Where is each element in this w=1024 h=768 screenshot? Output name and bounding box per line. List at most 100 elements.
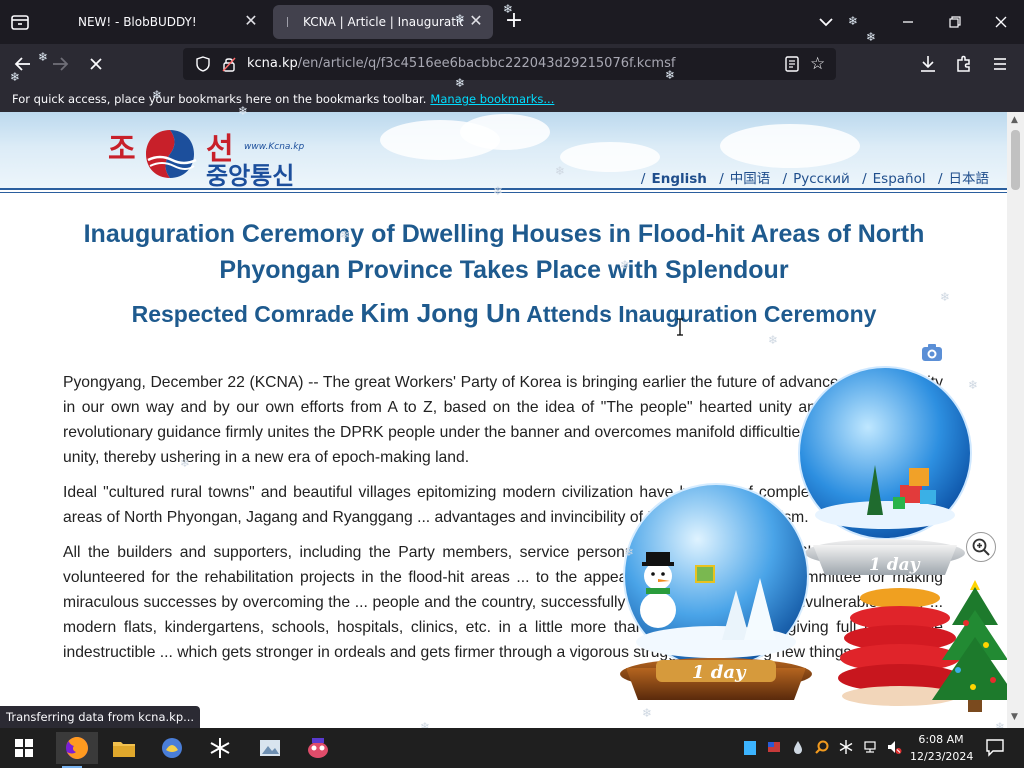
back-arrow-icon [14,57,30,71]
back-button[interactable] [11,52,35,76]
loading-icon [287,17,294,27]
close-icon [995,16,1007,28]
restore-icon [949,16,961,28]
tab-kcna-article[interactable]: KCNA | Article | Inauguration ✕ [273,5,493,39]
globe-day-label: 1 day [869,555,921,575]
clock-time: 6:08 AM [918,733,964,746]
new-tab-button[interactable]: + [503,10,525,33]
tab-title: KCNA | Article | Inauguration [303,15,463,29]
notification-center-button[interactable] [984,736,1006,758]
subtitle-name: Kim Jong Un [360,298,521,328]
lang-spanish[interactable]: Español [873,171,926,187]
cloud-decoration [460,114,550,150]
tab-blobbuddy[interactable]: NEW! - BlobBUDDY! ✕ [46,5,268,39]
lang-japanese[interactable]: 日本語 [949,171,990,187]
tab-list-button[interactable] [8,10,32,34]
taskbar-file-explorer[interactable] [108,732,140,764]
lang-english[interactable]: English [651,171,706,187]
windows-taskbar: 6:08 AM 12/23/2024 [0,728,1024,768]
snow-globe-widget-right[interactable]: 1 day [795,365,975,587]
clock-date: 12/23/2024 [910,750,974,763]
list-all-tabs-button[interactable] [814,10,838,34]
lang-chinese[interactable]: 中国语 [730,171,771,187]
snowflake-app-icon [210,738,230,758]
lang-russian[interactable]: Русский [793,171,850,187]
separator: / [782,171,788,187]
stop-loading-button[interactable] [84,52,108,76]
windows-logo-icon [15,739,33,757]
notification-icon [986,739,1004,757]
tab-list-icon [11,15,29,30]
taskbar-app-photos[interactable] [254,732,286,764]
camera-icon [922,344,942,361]
kcna-emblem-icon [146,130,197,178]
url-host: kcna.kp [247,56,298,71]
screenshot-button[interactable] [920,342,944,364]
taskbar-app-bird[interactable] [156,732,188,764]
volume-muted-icon[interactable] [886,739,902,755]
taskbar-firefox[interactable] [56,732,98,768]
tracking-protection-shield-icon[interactable] [194,55,212,73]
scroll-down-arrow-icon[interactable]: ▼ [1011,712,1018,722]
forward-button[interactable] [48,52,72,76]
scroll-up-arrow-icon[interactable]: ▲ [1011,115,1018,125]
separator: / [937,171,943,187]
app-menu-button[interactable] [988,52,1012,76]
snow-globe-widget-left[interactable]: 1 day [612,482,818,710]
status-panel: Transferring data from kcna.kp... [0,706,201,728]
logo-url: www.Kcna.kp [244,142,305,152]
article-title: Inauguration Ceremony of Dwelling Houses… [83,220,925,284]
network-icon[interactable] [862,739,878,755]
kcna-logo[interactable]: 조 선 www.Kcna.kp 중앙통신 [108,122,318,190]
text-cursor-icon [676,318,684,336]
reader-view-icon[interactable] [783,55,801,73]
url-path: /en/article/q/f3c4516ee6bacbbc222043d292… [297,56,676,71]
tray-app-blue-icon[interactable] [744,741,756,755]
system-clock[interactable]: 6:08 AM 12/23/2024 [910,731,974,765]
logo-text-jo: 조 [108,132,136,167]
bird-app-icon [162,738,182,758]
tab-bar: NEW! - BlobBUDDY! ✕ KCNA | Article | Ina… [0,0,1024,44]
separator: / [862,171,867,187]
bookmarks-hint-text: For quick access, place your bookmarks h… [12,92,427,106]
folder-icon [113,742,135,757]
forward-arrow-icon [53,57,69,71]
tray-app-flag-icon[interactable] [766,739,782,755]
start-button[interactable] [8,732,40,764]
insecure-lock-icon[interactable] [221,55,237,73]
bookmark-star-icon[interactable]: ☆ [810,54,825,74]
scrollbar-thumb[interactable] [1011,130,1020,190]
taskbar-app-snowflake[interactable] [204,732,236,764]
character-app-icon [308,738,328,758]
tab-close-icon[interactable]: ✕ [242,12,260,30]
article-subtitle: Respected Comrade Kim Jong Un Attends In… [60,298,948,329]
subtitle-prefix: Respected Comrade [131,301,361,327]
page-scrollbar[interactable]: ▲ ▼ [1007,112,1024,728]
url-text[interactable]: kcna.kp/en/article/q/f3c4516ee6bacbbc222… [247,56,675,71]
tray-snowflake-icon[interactable] [838,739,854,755]
navigation-toolbar: kcna.kp/en/article/q/f3c4516ee6bacbbc222… [0,44,1024,84]
bookmarks-empty-message: For quick access, place your bookmarks h… [12,92,554,106]
extensions-button[interactable] [952,52,976,76]
firefox-icon [66,737,88,759]
bookmarks-toolbar: For quick access, place your bookmarks h… [0,84,1024,112]
taskbar-app-character[interactable] [302,732,334,764]
minimize-button[interactable] [896,10,920,34]
language-selector: / English / 中国语 / Русский / Español / 日本語 [633,167,989,187]
chevron-down-icon [819,18,833,27]
restore-button[interactable] [943,10,967,34]
logo-text-jungang-tongsin: 중앙통신 [206,162,295,190]
address-bar[interactable]: kcna.kp/en/article/q/f3c4516ee6bacbbc222… [183,48,836,80]
manage-bookmarks-link[interactable]: Manage bookmarks... [430,92,554,106]
close-window-button[interactable] [989,10,1013,34]
minimize-icon [903,21,913,23]
subtitle-suffix: Attends Inauguration Ceremony [520,301,877,327]
tab-close-icon[interactable]: ✕ [467,12,485,30]
tray-droplet-icon[interactable] [790,739,806,755]
tray-search-icon[interactable] [814,739,830,755]
photo-viewer-icon [260,740,280,756]
download-icon [921,56,935,72]
globe-day-label: 1 day [692,662,747,683]
downloads-button[interactable] [916,52,940,76]
separator: / [719,171,724,187]
